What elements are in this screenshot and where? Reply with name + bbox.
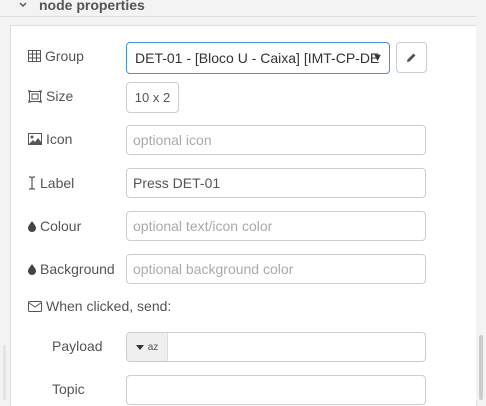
when-clicked-label: When clicked, send:	[28, 298, 171, 314]
i-cursor-icon	[29, 176, 35, 190]
payload-input[interactable]: az	[126, 332, 426, 362]
topic-input[interactable]	[126, 375, 426, 405]
icon-label-text: Icon	[46, 131, 73, 147]
group-select-value: DET-01 - [Bloco U - Caixa] [IMT-CP-DE	[135, 50, 380, 66]
scrollbar-thumb[interactable]	[479, 335, 483, 400]
background-input[interactable]	[126, 254, 426, 284]
chevron-down-icon	[19, 2, 27, 7]
size-button[interactable]: 10 x 2	[126, 82, 179, 113]
tint-icon	[28, 263, 36, 275]
background-label-text: Background	[40, 261, 115, 277]
label-input[interactable]	[126, 168, 426, 198]
string-type-icon: az	[147, 341, 159, 353]
background-label: Background	[28, 261, 115, 277]
when-clicked-text: When clicked, send:	[46, 298, 172, 314]
colour-label: Colour	[28, 218, 81, 234]
label-label-text: Label	[40, 175, 75, 191]
section-header[interactable]: node properties	[0, 0, 476, 17]
scrollbar[interactable]	[476, 0, 486, 400]
caret-down-icon: ▼	[372, 52, 383, 64]
colour-label-text: Colour	[40, 218, 82, 234]
group-select[interactable]: DET-01 - [Bloco U - Caixa] [IMT-CP-DE ▼	[126, 42, 390, 74]
group-label-text: Group	[45, 48, 84, 64]
payload-type-selector[interactable]: az	[127, 333, 168, 361]
payload-label: Payload	[52, 338, 103, 354]
caret-down-icon	[135, 344, 144, 350]
resize-icon	[28, 89, 42, 103]
pencil-icon	[407, 53, 416, 62]
group-label: Group	[28, 48, 84, 64]
edit-group-button[interactable]	[396, 42, 427, 73]
icon-input[interactable]	[126, 125, 426, 155]
size-label: Size	[28, 88, 73, 104]
tint-icon	[28, 220, 36, 232]
table-icon	[28, 50, 41, 62]
label-label: Label	[28, 175, 74, 191]
section-title: node properties	[39, 0, 145, 13]
colour-input[interactable]	[126, 211, 426, 241]
image-icon	[28, 133, 42, 145]
icon-label: Icon	[28, 131, 72, 147]
size-label-text: Size	[46, 88, 74, 104]
left-resize-handle[interactable]	[3, 345, 6, 400]
envelope-icon	[28, 300, 42, 312]
topic-label: Topic	[52, 381, 85, 397]
